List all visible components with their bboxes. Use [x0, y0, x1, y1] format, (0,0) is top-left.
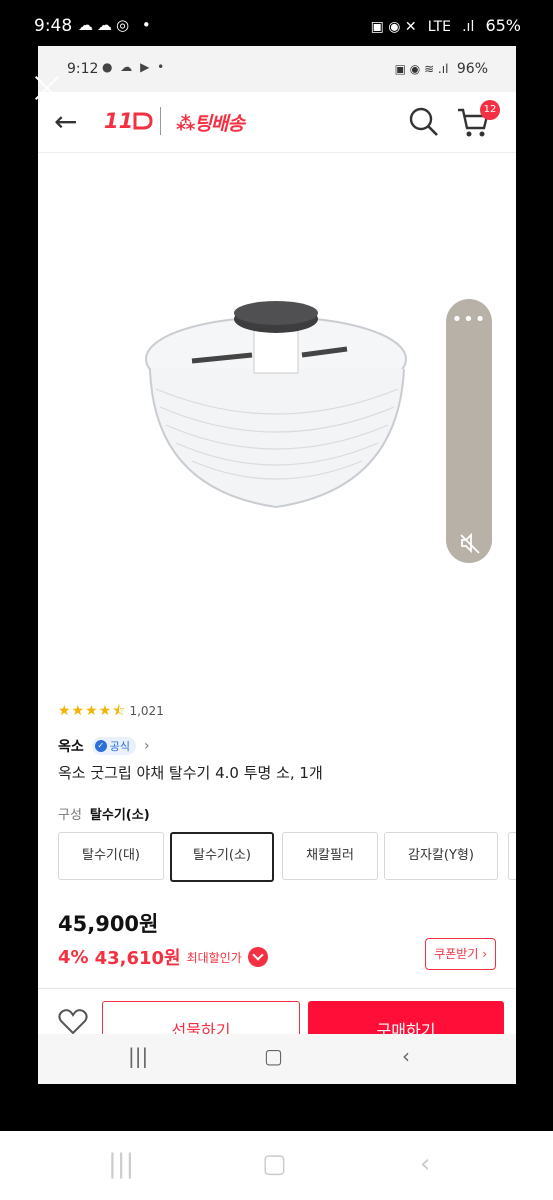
more-options-icon[interactable]: •••	[446, 309, 492, 330]
sale-price: 43,610원	[94, 948, 181, 969]
original-price: 45,900원	[58, 912, 159, 936]
inner-nav-bar: ||| ▢ ‹	[38, 1034, 516, 1084]
product-image-area[interactable]: •••	[38, 153, 516, 633]
os-battery: 65%	[485, 16, 521, 35]
logo-11st[interactable]: 11	[104, 109, 153, 133]
inner-status-bar: 9:12 ● ☁ ▶ • ▣ ◉ ≋ .ıl 96%	[38, 46, 516, 92]
inner-signal-icons: ▣ ◉ ≋ .ıl	[394, 62, 449, 76]
os-notification-icons: ☁☁◎ •	[78, 16, 155, 34]
inner-notification-icons: ● ☁ ▶ •	[102, 60, 167, 74]
back-arrow-icon[interactable]: ←	[54, 108, 77, 136]
close-icon[interactable]	[33, 74, 61, 102]
product-title: 옥소 굿그립 야채 탈수기 4.0 투명 소, 1개	[58, 764, 323, 782]
back-icon[interactable]: ‹	[402, 1044, 410, 1068]
star-rating-icon: ★★★★⯪	[58, 703, 127, 719]
coupon-label: 쿠폰받기	[434, 947, 479, 961]
option-chips: 탈수기(대) 탈수기(소) 채칼필러 감자칼(Y형)	[58, 832, 516, 882]
os-network-label: LTE	[427, 19, 452, 35]
option-chip[interactable]: 채칼필러	[282, 832, 378, 880]
review-count: 1,021	[129, 704, 164, 718]
header-divider	[160, 107, 161, 135]
os-status-right: ▣ ◉ ✕ LTE .ıl 65%	[371, 16, 521, 35]
brand-name: 옥소	[58, 739, 84, 755]
sale-price-row: 4% 43,610원 최대할인가	[58, 944, 268, 970]
os-back-icon[interactable]: ‹	[420, 1149, 430, 1179]
recent-apps-icon[interactable]: |||	[128, 1044, 148, 1068]
option-chip-selected[interactable]: 탈수기(소)	[170, 832, 274, 882]
discount-percent: 4%	[58, 946, 89, 968]
sale-note: 최대할인가	[186, 950, 242, 965]
os-time: 9:48	[34, 16, 73, 36]
option-chip[interactable]: 감자칼(Y형)	[384, 832, 498, 880]
official-badge: ✓ 공식	[91, 737, 137, 755]
official-badge-label: 공식	[109, 740, 131, 753]
check-icon: ✓	[94, 740, 107, 752]
coupon-button[interactable]: 쿠폰받기 ›	[425, 938, 496, 970]
inner-status-right: ▣ ◉ ≋ .ıl 96%	[395, 61, 488, 77]
logo-d-icon	[133, 112, 153, 130]
os-recent-apps-icon[interactable]: |||	[108, 1149, 134, 1179]
delivery-badge: ⁂팅배송	[176, 113, 245, 135]
os-nav-bar: ||| ▢ ‹	[0, 1131, 553, 1200]
logo-text: 11	[104, 109, 134, 133]
brand-row[interactable]: 옥소 ✓ 공식 ›	[58, 736, 150, 756]
chevron-down-circle-icon[interactable]	[247, 947, 268, 967]
media-control-pill: •••	[446, 299, 492, 563]
option-summary: 구성 탈수기(소)	[58, 804, 150, 823]
inner-battery: 96%	[456, 61, 488, 77]
cart-count-badge: 12	[480, 100, 500, 120]
option-chip-partial[interactable]	[508, 832, 516, 880]
option-label: 구성	[58, 808, 82, 823]
search-icon[interactable]	[408, 106, 440, 138]
os-signal-icons: ▣ ◉ ✕	[370, 19, 417, 35]
app-header: ← 11 ⁂팅배송 12	[38, 92, 516, 153]
mute-icon[interactable]	[458, 531, 482, 555]
os-signal-bars-icon: .ıl	[462, 19, 475, 35]
os-home-icon[interactable]: ▢	[262, 1149, 287, 1179]
screenshot-panel: 9:12 ● ☁ ▶ • ▣ ◉ ≋ .ıl 96% ← 11 ⁂팅배송 12	[38, 46, 516, 1084]
chevron-right-icon: ›	[144, 738, 150, 754]
option-chip[interactable]: 탈수기(대)	[58, 832, 164, 880]
os-status-bar: 9:48 ☁☁◎ • ▣ ◉ ✕ LTE .ıl 65%	[0, 0, 553, 52]
rating-row[interactable]: ★★★★⯪ 1,021	[58, 700, 164, 724]
heart-icon[interactable]	[58, 1009, 88, 1035]
product-image	[145, 301, 407, 509]
option-value: 탈수기(소)	[89, 808, 150, 823]
inner-time: 9:12	[67, 61, 99, 77]
home-icon[interactable]: ▢	[264, 1044, 283, 1068]
